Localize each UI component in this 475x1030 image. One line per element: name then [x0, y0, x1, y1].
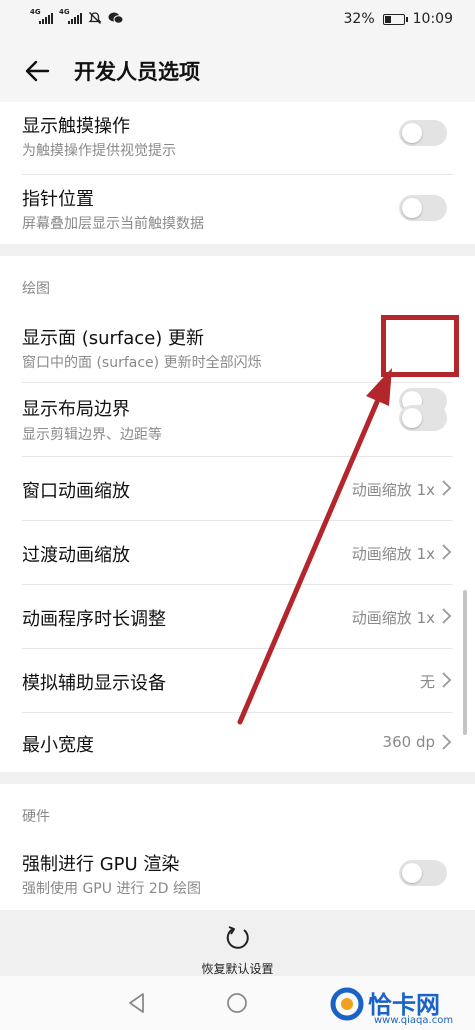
- setting-row-pointer-location[interactable]: 指针位置 屏幕叠加层显示当前触摸数据: [0, 175, 475, 244]
- app-header: 开发人员选项: [0, 40, 475, 102]
- setting-subtitle: 为触摸操作提供视觉提示: [22, 143, 176, 159]
- setting-value: 无: [419, 673, 435, 691]
- setting-title: 模拟辅助显示设备: [22, 673, 166, 694]
- setting-title: 动画程序时长调整: [22, 609, 166, 630]
- reset-defaults-label: 恢复默认设置: [201, 962, 274, 976]
- setting-row-animator-duration-scale[interactable]: 动画程序时长调整 动画缩放 1x: [0, 585, 475, 648]
- chevron-right-icon: [442, 544, 452, 560]
- chevron-right-icon: [442, 608, 452, 624]
- setting-title: 显示触摸操作: [22, 116, 130, 137]
- force-gpu-rendering-toggle[interactable]: [399, 860, 447, 886]
- setting-subtitle: 强制使用 GPU 进行 2D 绘图: [22, 881, 202, 897]
- setting-title: 最小宽度: [22, 735, 94, 756]
- network-type-label: 4G: [30, 8, 41, 16]
- chevron-right-icon: [442, 734, 452, 750]
- layout-bounds-toggle[interactable]: [399, 405, 447, 431]
- signal-icon: 4G: [59, 8, 82, 24]
- annotation-highlight-box: [381, 315, 459, 377]
- setting-row-transition-animation-scale[interactable]: 过渡动画缩放 动画缩放 1x: [0, 521, 475, 584]
- setting-title: 显示布局边界: [22, 399, 130, 420]
- mute-icon: [88, 12, 102, 24]
- setting-row-layout-bounds[interactable]: 显示布局边界 显示剪辑边界、边距等: [0, 383, 475, 455]
- back-button[interactable]: [20, 54, 54, 88]
- arrow-left-icon: [25, 60, 50, 82]
- setting-value: 动画缩放 1x: [351, 545, 435, 563]
- status-icons-left: 4G 4G: [30, 8, 124, 25]
- signal-icon: 4G: [30, 8, 53, 24]
- setting-title: 强制进行 GPU 渲染: [22, 854, 180, 875]
- battery-icon: [382, 13, 408, 25]
- setting-row-simulate-secondary-display[interactable]: 模拟辅助显示设备 无: [0, 649, 475, 712]
- nav-back-icon[interactable]: [124, 990, 150, 1016]
- setting-title: 指针位置: [22, 189, 94, 210]
- setting-title: 显示面 (surface) 更新: [22, 328, 205, 349]
- network-type-label: 4G: [59, 8, 70, 16]
- wechat-icon: [108, 12, 124, 24]
- chevron-right-icon: [442, 672, 452, 688]
- reset-icon: [226, 926, 249, 949]
- chevron-right-icon: [442, 480, 452, 496]
- setting-subtitle: 显示剪辑边界、边距等: [22, 427, 162, 443]
- settings-card-hardware: 硬件 强制进行 GPU 渲染 强制使用 GPU 进行 2D 绘图: [0, 784, 475, 910]
- watermark-logo-icon: [330, 987, 364, 1021]
- setting-subtitle: 屏幕叠加层显示当前触摸数据: [22, 216, 204, 232]
- setting-row-smallest-width[interactable]: 最小宽度 360 dp: [0, 713, 475, 772]
- settings-card-input: 显示触摸操作 为触摸操作提供视觉提示 指针位置 屏幕叠加层显示当前触摸数据: [0, 102, 475, 244]
- show-touches-toggle[interactable]: [399, 120, 447, 146]
- setting-row-force-gpu-rendering[interactable]: 强制进行 GPU 渲染 强制使用 GPU 进行 2D 绘图: [0, 840, 475, 910]
- setting-title: 窗口动画缩放: [22, 481, 130, 502]
- section-label-hardware: 硬件: [22, 809, 50, 825]
- watermark: 恰卡网 www.qiaqa.com: [330, 985, 475, 1030]
- setting-value: 360 dp: [382, 733, 435, 751]
- battery-percent: 32%: [343, 11, 375, 27]
- nav-home-icon[interactable]: [224, 990, 250, 1016]
- reset-defaults-button[interactable]: 恢复默认设置: [180, 916, 295, 976]
- setting-row-show-touches[interactable]: 显示触摸操作 为触摸操作提供视觉提示: [0, 102, 475, 172]
- setting-value: 动画缩放 1x: [351, 609, 435, 627]
- bottom-action-bar: 恢复默认设置: [0, 910, 475, 976]
- setting-row-window-animation-scale[interactable]: 窗口动画缩放 动画缩放 1x: [0, 457, 475, 520]
- watermark-url: www.qiaqa.com: [374, 1015, 454, 1026]
- scrollbar[interactable]: [463, 590, 467, 735]
- pointer-location-toggle[interactable]: [399, 195, 447, 221]
- section-label-drawing: 绘图: [22, 281, 50, 297]
- setting-value: 动画缩放 1x: [351, 481, 435, 499]
- status-bar: 4G 4G 32% 10:09: [0, 0, 475, 40]
- status-icons-right: 32% 10:09: [344, 11, 453, 27]
- clock: 10:09: [412, 11, 453, 27]
- setting-subtitle: 窗口中的面 (surface) 更新时全部闪烁: [22, 355, 262, 371]
- page-title: 开发人员选项: [74, 60, 200, 84]
- setting-title: 过渡动画缩放: [22, 545, 130, 566]
